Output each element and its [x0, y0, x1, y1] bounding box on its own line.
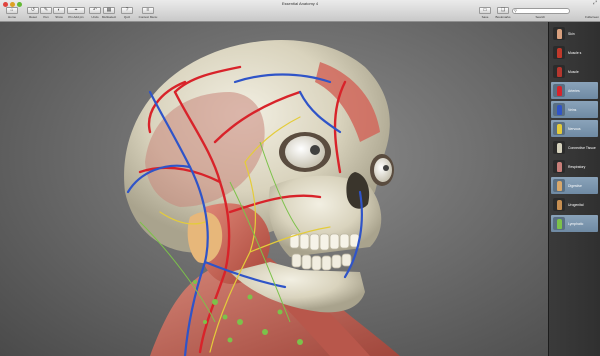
bookmarks-icon: ❏ — [497, 7, 509, 14]
nervous-figure-icon — [556, 123, 562, 134]
toolbar-context-menu[interactable]: ≡ Context Menu — [137, 7, 159, 21]
skin-figure-icon — [556, 28, 562, 39]
layer-panel: Skin Muscle s Muscle Arteries Veins Nerv… — [548, 22, 600, 356]
fullscreen-label: Fullscreen — [585, 15, 599, 19]
layer-connective-tissue[interactable]: Connective Tissue — [551, 139, 598, 156]
search-label: Search — [535, 15, 545, 19]
toolbar-multiselect[interactable]: ▦ Multiselect — [100, 7, 118, 21]
quiz-icon: ? — [121, 7, 133, 14]
layer-respiratory[interactable]: Respiratory — [551, 158, 598, 175]
pin-icon: ⌖ — [67, 7, 85, 14]
toolbar-home[interactable]: ⌂ Home — [3, 7, 21, 21]
window-title: Essential Anatomy 4 — [281, 1, 319, 6]
head-model[interactable] — [0, 22, 548, 356]
context-menu-icon: ≡ — [142, 7, 154, 14]
veins-figure-icon — [556, 104, 562, 115]
layer-digestive[interactable]: Digestive — [551, 177, 598, 194]
search-icon: ⚲ — [514, 8, 517, 13]
layer-urogenital[interactable]: Urogenital — [551, 196, 598, 213]
layer-arteries[interactable]: Arteries — [551, 82, 598, 99]
show-icon: ◐ — [53, 7, 65, 14]
respiratory-figure-icon — [556, 161, 562, 172]
search-input[interactable]: ⚲ — [512, 8, 570, 14]
digestive-figure-icon — [556, 180, 562, 191]
layer-skin[interactable]: Skin — [551, 25, 598, 42]
urogenital-figure-icon — [556, 199, 562, 210]
layer-muscle[interactable]: Muscle — [551, 63, 598, 80]
lower-teeth — [291, 253, 352, 271]
layer-muscle-s[interactable]: Muscle s — [551, 44, 598, 61]
muscle-figure-icon — [556, 47, 562, 58]
right-pupil — [383, 165, 389, 171]
lymphatic-figure-icon — [556, 218, 562, 229]
left-pupil — [310, 145, 320, 155]
right-eyeball — [374, 158, 392, 182]
toolbar-quiz[interactable]: ? Quiz — [118, 7, 136, 21]
arteries-figure-icon — [556, 85, 562, 96]
toolbar-pin[interactable]: ⌖ Pin Add pin — [65, 7, 87, 21]
toolbar: Essential Anatomy 4 ⤢ ⌂ Home ↺ Reset ✎ P… — [0, 0, 600, 22]
anatomy-viewport[interactable] — [0, 22, 548, 356]
layer-nervous[interactable]: Nervous — [551, 120, 598, 137]
fullscreen-icon[interactable]: ⤢ — [593, 1, 597, 6]
toolbar-bookmarks[interactable]: ❏ Bookmarks — [492, 7, 514, 21]
app-window: Essential Anatomy 4 ⤢ ⌂ Home ↺ Reset ✎ P… — [0, 0, 600, 356]
muscle-figure-icon — [556, 66, 562, 77]
home-icon: ⌂ — [6, 7, 18, 14]
connective-figure-icon — [556, 142, 562, 153]
layer-lymphatic[interactable]: Lymphatic — [551, 215, 598, 232]
layer-veins[interactable]: Veins — [551, 101, 598, 118]
multiselect-icon: ▦ — [103, 7, 115, 14]
save-icon: ▭ — [479, 7, 491, 14]
